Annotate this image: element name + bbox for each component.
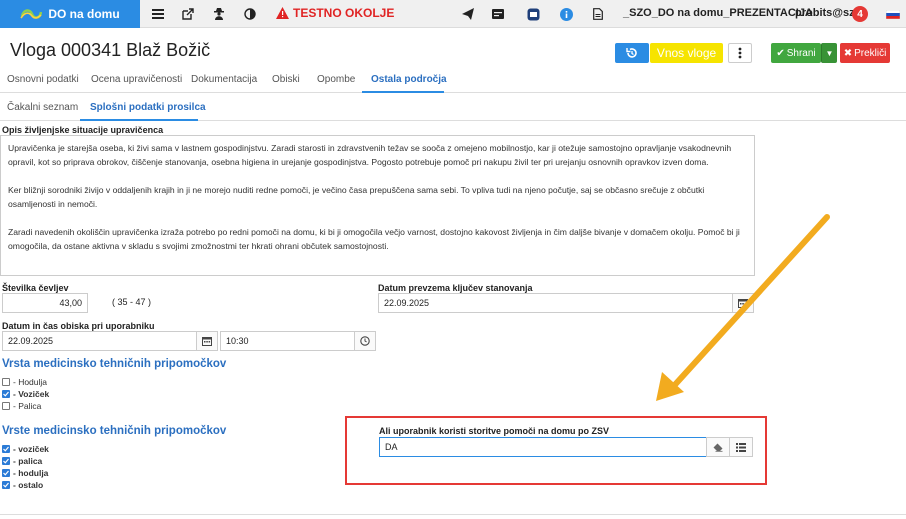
annotation-arrow-icon: [656, 214, 830, 401]
footer-divider: [0, 514, 906, 515]
